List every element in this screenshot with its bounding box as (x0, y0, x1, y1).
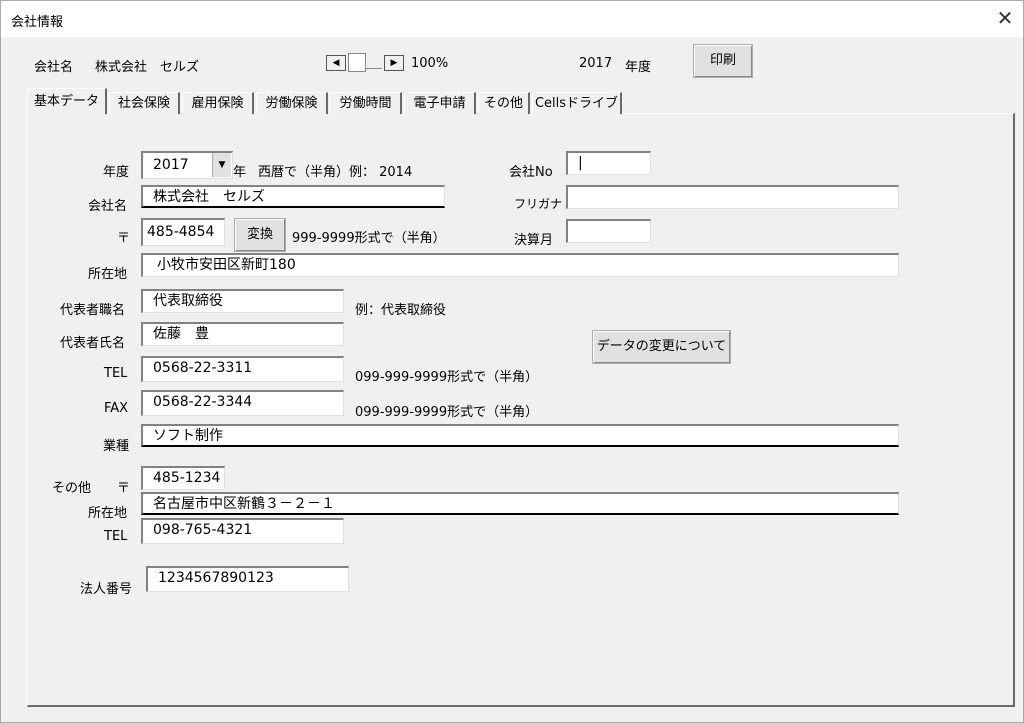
year-hint: 西暦で（半角）例： 2014 (258, 165, 413, 180)
print-button[interactable]: 印刷 (693, 44, 753, 78)
company-name-input[interactable]: 株式会社 セルズ (141, 185, 445, 208)
other-label: その他 (52, 481, 92, 496)
other-address-input[interactable]: 名古屋市中区新鶴３－２－１ (141, 492, 899, 515)
fiscal-month-input[interactable] (566, 219, 651, 243)
year-select-value: 2017 (153, 157, 189, 173)
other-tel-label: TEL (104, 529, 128, 544)
rep-title-hint: 例：代表取締役 (355, 303, 447, 318)
close-icon[interactable]: ✕ (993, 7, 1017, 31)
zoom-slider-track (365, 68, 382, 69)
corp-no-input[interactable]: 1234567890123 (146, 566, 349, 592)
other-tel-input[interactable]: 098-765-4321 (141, 518, 344, 544)
fax-label: FAX (104, 401, 129, 416)
industry-label: 業種 (103, 439, 130, 454)
address-input[interactable]: 小牧市安田区新町180 (141, 253, 899, 277)
fax-input[interactable]: 0568-22-3344 (141, 390, 344, 416)
tel-hint: 099-999-9999形式で（半角） (355, 370, 539, 385)
address-label: 所在地 (88, 267, 128, 282)
furigana-input[interactable] (566, 185, 899, 209)
rep-name-input[interactable]: 佐藤 豊 (141, 322, 344, 346)
header-year: 2017 (579, 56, 613, 71)
tab-e-application[interactable]: 電子申請 (404, 92, 476, 114)
corp-no-label: 法人番号 (80, 582, 133, 597)
postal-hint: 999-9999形式で（半角） (292, 231, 446, 246)
data-change-button[interactable]: データの変更について (592, 330, 731, 364)
zoom-slider-thumb[interactable] (348, 53, 366, 72)
tab-cells-drive[interactable]: Cellsドライブ (532, 92, 622, 114)
tab-working-hours[interactable]: 労働時間 (330, 92, 402, 114)
window-title: 会社情報 (11, 15, 64, 30)
tab-social-insurance[interactable]: 社会保険 (109, 92, 180, 114)
company-no-label: 会社No (509, 165, 553, 180)
year-unit: 年 (233, 165, 247, 180)
fiscal-month-label: 決算月 (514, 233, 554, 248)
tab-other[interactable]: その他 (478, 92, 530, 114)
year-label: 年度 (103, 165, 130, 180)
header-company-label: 会社名 (34, 60, 74, 75)
tab-basic-data[interactable]: 基本データ (27, 88, 107, 114)
tel-input[interactable]: 0568-22-3311 (141, 356, 344, 382)
rep-title-input[interactable]: 代表取締役 (141, 289, 344, 313)
postal-label: 〒 (117, 231, 131, 246)
company-name-label: 会社名 (88, 199, 128, 214)
header-year-suffix: 年度 (625, 60, 652, 75)
other-postal-input[interactable]: 485-1234 (141, 466, 225, 490)
convert-button[interactable]: 変換 (234, 218, 286, 252)
header-company-name: 株式会社 セルズ (95, 60, 200, 75)
tab-labor-insurance[interactable]: 労働保険 (256, 92, 328, 114)
rep-name-label: 代表者氏名 (60, 336, 126, 351)
fax-hint: 099-999-9999形式で（半角） (355, 405, 539, 420)
postal-input[interactable]: 485-4854 (141, 218, 225, 246)
other-postal-label: 〒 (117, 481, 131, 496)
rep-title-label: 代表者職名 (60, 303, 126, 318)
chevron-down-icon[interactable]: ▼ (212, 153, 231, 177)
zoom-level: 100% (411, 56, 449, 71)
zoom-right-icon[interactable]: ▶ (384, 55, 404, 71)
tab-employment-insurance[interactable]: 雇用保険 (182, 92, 254, 114)
industry-input[interactable]: ソフト制作 (141, 424, 899, 447)
tel-label: TEL (104, 366, 128, 381)
zoom-left-icon[interactable]: ◀ (326, 55, 346, 71)
other-address-label: 所在地 (88, 506, 128, 521)
title-bar: 会社情報 ✕ (1, 1, 1023, 37)
furigana-label: フリガナ (514, 197, 563, 211)
company-no-input[interactable]: | (566, 151, 651, 175)
